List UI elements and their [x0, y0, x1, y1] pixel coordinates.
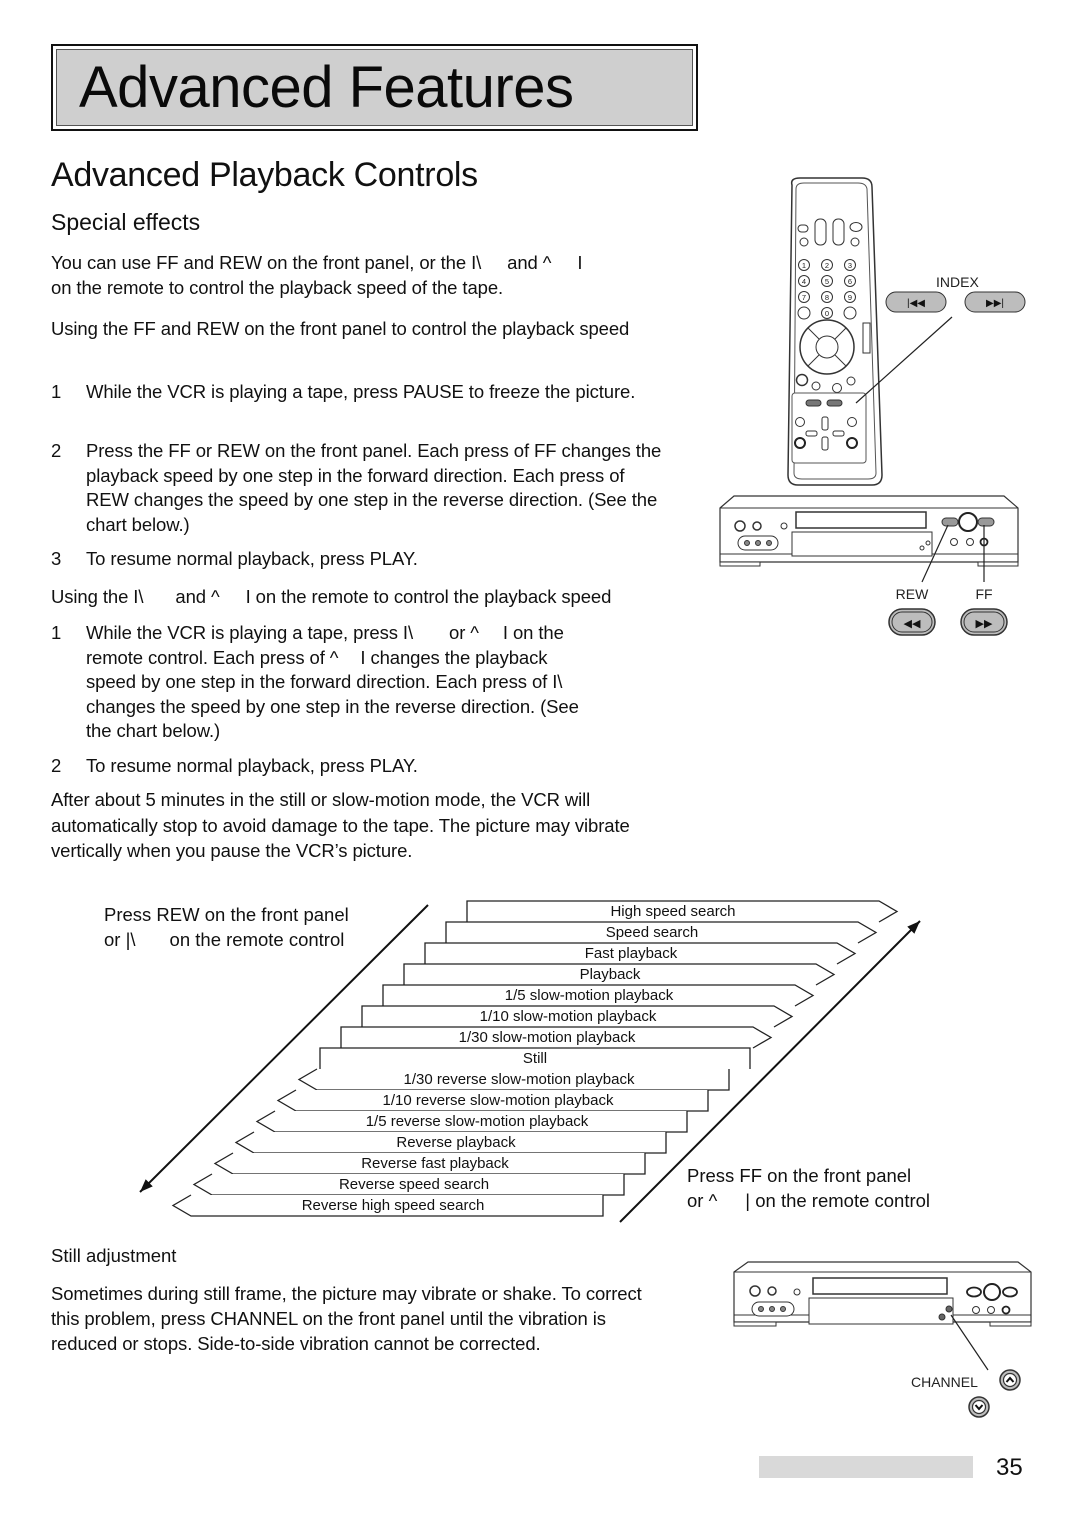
keypad-label: 0: [825, 309, 829, 318]
right-button: [832, 430, 845, 437]
side-switch: [862, 322, 871, 354]
vcr-channel-illustration: CHANNEL: [733, 1261, 1032, 1418]
index-label: INDEX: [936, 274, 979, 290]
keypad-label: 5: [825, 277, 829, 286]
volume-rocker: [832, 218, 845, 246]
left-button: [805, 430, 818, 437]
tape-slot: [795, 511, 927, 529]
page-number: 35: [996, 1454, 1023, 1481]
keypad-label: 7: [802, 293, 806, 302]
still-adjustment-text: Sometimes during still frame, the pictur…: [51, 1283, 642, 1354]
power-button: [797, 224, 809, 233]
speed-step-label: Reverse high speed search: [302, 1197, 485, 1214]
rew-label: REW: [896, 586, 929, 602]
channel-rocker: [814, 218, 827, 246]
speed-step-label: Still: [523, 1050, 547, 1067]
remote-button: [797, 306, 811, 320]
speed-step-label: 1/30 slow-motion playback: [459, 1029, 636, 1046]
speed-step-label: 1/10 reverse slow-motion playback: [383, 1092, 614, 1109]
pause-button: [811, 381, 821, 391]
fast-forward-icon: ▶▶: [976, 618, 993, 630]
speed-step-label: Speed search: [606, 924, 699, 941]
remote-button: [795, 417, 805, 427]
vcr-front-panel-illustration: REW FF ◀◀ ▶▶: [719, 495, 1019, 636]
speed-step-label: 1/5 reverse slow-motion playback: [366, 1113, 589, 1130]
index-forward-small-button: [826, 399, 843, 407]
remote-button: [832, 383, 842, 393]
remote-button: [794, 437, 806, 449]
remote-button: [847, 417, 857, 427]
keypad-label: 1: [802, 261, 806, 270]
ff-panel-button[interactable]: [977, 517, 995, 527]
remote-button: [850, 237, 860, 247]
speed-step-label: Fast playback: [585, 945, 678, 962]
keypad-label: 6: [848, 277, 852, 286]
index-back-small-button: [805, 399, 822, 407]
remote-button: [795, 373, 809, 387]
keypad-label: 4: [802, 277, 806, 286]
channel-label: CHANNEL: [911, 1374, 978, 1390]
skip-back-icon: |◀◀: [907, 298, 925, 309]
speed-step-label: High speed search: [610, 903, 735, 920]
still-adjustment-heading: Still adjustment: [51, 1245, 177, 1266]
rew-panel-button[interactable]: [941, 517, 959, 527]
keypad-label: 9: [848, 293, 852, 302]
speed-step-label: 1/5 slow-motion playback: [505, 987, 674, 1004]
skip-forward-icon: ▶▶|: [986, 298, 1004, 309]
front-door: [808, 1297, 954, 1325]
remote-button: [846, 376, 856, 386]
ff-label: FF: [975, 586, 992, 602]
speed-step-label: Playback: [580, 966, 641, 983]
plus-button: [821, 416, 829, 431]
remote-button: [843, 306, 857, 320]
play-center-button: [815, 335, 839, 359]
speed-step-label: Reverse speed search: [339, 1176, 489, 1193]
channel-down-panel-button[interactable]: [938, 1313, 946, 1321]
page-footer-bar: [759, 1456, 973, 1478]
keypad-label: 2: [825, 261, 829, 270]
rewind-icon: ◀◀: [904, 618, 921, 630]
speed-step-label: Reverse playback: [396, 1134, 516, 1151]
speed-step-label: Reverse fast playback: [361, 1155, 509, 1172]
remote-button: [849, 222, 863, 232]
power-button: [958, 512, 978, 532]
channel-callout-line: [950, 1314, 989, 1371]
speed-step-label: 1/10 slow-motion playback: [480, 1008, 657, 1025]
remote-button: [799, 237, 809, 247]
front-door: [791, 531, 933, 557]
keypad-label: 8: [825, 293, 829, 302]
remote-button: [846, 437, 858, 449]
remote-control-illustration: 1 2 3 4 5 6 7 8 9 0 INDEX |◀◀ ▶▶|: [787, 177, 1026, 486]
minus-button: [821, 436, 829, 451]
keypad-label: 3: [848, 261, 852, 270]
tape-slot: [812, 1277, 948, 1295]
channel-up-panel-button[interactable]: [945, 1305, 953, 1313]
speed-step-label: 1/30 reverse slow-motion playback: [404, 1071, 635, 1088]
